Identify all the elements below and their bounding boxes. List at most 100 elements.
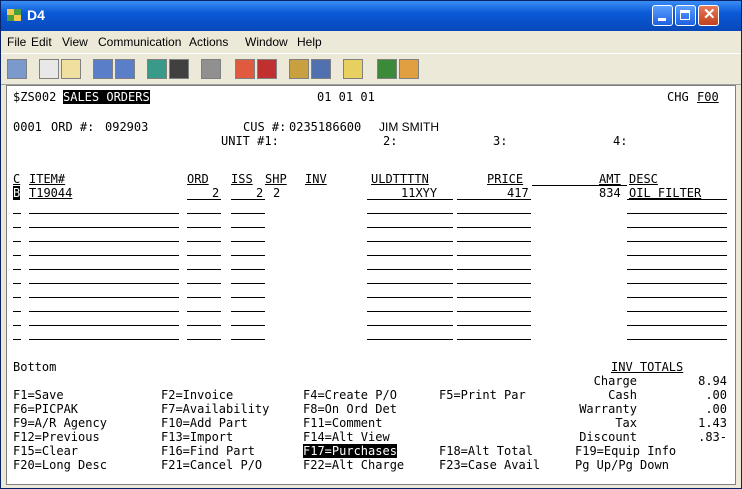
screen-icon[interactable] xyxy=(169,59,189,79)
entry-field[interactable] xyxy=(627,339,727,340)
download-icon[interactable] xyxy=(311,59,331,79)
entry-field[interactable] xyxy=(231,325,265,326)
entry-field[interactable] xyxy=(367,269,453,270)
entry-field[interactable] xyxy=(231,297,265,298)
fkey-f6[interactable]: F6=PICPAK xyxy=(13,402,78,416)
row-code-field[interactable] xyxy=(13,227,21,228)
fkey-f22[interactable]: F22=Alt Charge xyxy=(303,458,404,472)
menu-window[interactable]: Window xyxy=(245,35,288,49)
menu-help[interactable]: Help xyxy=(297,35,322,49)
fkey-f9[interactable]: F9=A/R Agency xyxy=(13,416,107,430)
fkey-f5[interactable]: F5=Print Par xyxy=(439,388,526,402)
entry-field[interactable] xyxy=(187,241,221,242)
entry-field[interactable] xyxy=(457,297,531,298)
fkey-f10[interactable]: F10=Add Part xyxy=(161,416,248,430)
entry-field[interactable] xyxy=(187,213,221,214)
entry-field[interactable] xyxy=(29,339,179,340)
fkey-f14[interactable]: F14=Alt View xyxy=(303,430,390,444)
row-desc[interactable]: OIL FILTER xyxy=(629,186,701,200)
session-icon[interactable] xyxy=(7,59,27,79)
entry-field[interactable] xyxy=(367,283,453,284)
paste-icon[interactable] xyxy=(61,59,81,79)
row-code-field[interactable] xyxy=(13,213,21,214)
stop-icon[interactable] xyxy=(257,59,277,79)
fkey-f15[interactable]: F15=Clear xyxy=(13,444,78,458)
entry-field[interactable] xyxy=(187,311,221,312)
entry-field[interactable] xyxy=(187,339,221,340)
entry-field[interactable] xyxy=(187,325,221,326)
entry-field[interactable] xyxy=(29,311,179,312)
entry-field[interactable] xyxy=(457,339,531,340)
globe-icon[interactable] xyxy=(377,59,397,79)
entry-field[interactable] xyxy=(627,213,727,214)
entry-field[interactable] xyxy=(367,241,453,242)
fkey-f16[interactable]: F16=Find Part xyxy=(161,444,255,458)
minimize-button[interactable] xyxy=(652,5,673,26)
entry-field[interactable] xyxy=(29,255,179,256)
fkey-f7[interactable]: F7=Availability xyxy=(161,402,269,416)
menu-actions[interactable]: Actions xyxy=(189,35,228,49)
entry-field[interactable] xyxy=(457,241,531,242)
entry-field[interactable] xyxy=(29,213,179,214)
row-ord[interactable]: 2 xyxy=(212,186,219,200)
entry-field[interactable] xyxy=(367,311,453,312)
entry-field[interactable] xyxy=(627,255,727,256)
fkey-pgupdown[interactable]: Pg Up/Pg Down xyxy=(575,458,669,472)
entry-field[interactable] xyxy=(29,241,179,242)
fkey-f11[interactable]: F11=Comment xyxy=(303,416,382,430)
fkey-f20[interactable]: F20=Long Desc xyxy=(13,458,107,472)
row-code[interactable]: B xyxy=(13,186,21,200)
maximize-button[interactable] xyxy=(675,5,696,26)
edit-icon[interactable] xyxy=(399,59,419,79)
menu-communication[interactable]: Communication xyxy=(98,35,181,49)
row-code-field[interactable] xyxy=(13,283,21,284)
entry-field[interactable] xyxy=(231,339,265,340)
entry-field[interactable] xyxy=(457,269,531,270)
fkey-f17[interactable]: F17=Purchases xyxy=(303,444,397,458)
fkey-f8[interactable]: F8=On Ord Det xyxy=(303,402,397,416)
entry-field[interactable] xyxy=(367,255,453,256)
send-icon[interactable] xyxy=(93,59,113,79)
row-iss[interactable]: 2 xyxy=(256,186,263,200)
row-code-field[interactable] xyxy=(13,325,21,326)
entry-field[interactable] xyxy=(627,269,727,270)
fkey-f23[interactable]: F23=Case Avail xyxy=(439,458,540,472)
entry-field[interactable] xyxy=(457,325,531,326)
copy-icon[interactable] xyxy=(39,59,59,79)
fkey-f13[interactable]: F13=Import xyxy=(161,430,233,444)
entry-field[interactable] xyxy=(29,325,179,326)
entry-field[interactable] xyxy=(367,213,453,214)
chg-code[interactable]: F00 xyxy=(697,90,719,104)
entry-field[interactable] xyxy=(457,227,531,228)
entry-field[interactable] xyxy=(187,297,221,298)
entry-field[interactable] xyxy=(231,269,265,270)
row-price[interactable]: 417 xyxy=(507,186,529,200)
close-button[interactable]: ✕ xyxy=(698,5,719,26)
entry-field[interactable] xyxy=(457,283,531,284)
entry-field[interactable] xyxy=(29,283,179,284)
entry-field[interactable] xyxy=(367,325,453,326)
row-code-field[interactable] xyxy=(13,339,21,340)
menu-edit[interactable]: Edit xyxy=(31,35,52,49)
entry-field[interactable] xyxy=(231,213,265,214)
row-item[interactable]: T19044 xyxy=(29,186,72,200)
macro-icon[interactable] xyxy=(201,59,221,79)
entry-field[interactable] xyxy=(627,283,727,284)
entry-field[interactable] xyxy=(29,297,179,298)
row-code-field[interactable] xyxy=(13,311,21,312)
entry-field[interactable] xyxy=(457,255,531,256)
entry-field[interactable] xyxy=(187,255,221,256)
entry-field[interactable] xyxy=(457,311,531,312)
entry-field[interactable] xyxy=(231,311,265,312)
fkey-f2[interactable]: F2=Invoice xyxy=(161,388,233,402)
entry-field[interactable] xyxy=(367,297,453,298)
entry-field[interactable] xyxy=(187,283,221,284)
fkey-f1[interactable]: F1=Save xyxy=(13,388,64,402)
row-code-field[interactable] xyxy=(13,297,21,298)
terminal-screen[interactable]: $ZS002 SALES ORDERS 01 01 01 CHG F00 000… xyxy=(6,85,736,485)
fkey-f4[interactable]: F4=Create P/O xyxy=(303,388,397,402)
entry-field[interactable] xyxy=(231,283,265,284)
receive-icon[interactable] xyxy=(115,59,135,79)
row-uld[interactable]: 11XYY xyxy=(401,186,437,200)
play-icon[interactable] xyxy=(289,59,309,79)
